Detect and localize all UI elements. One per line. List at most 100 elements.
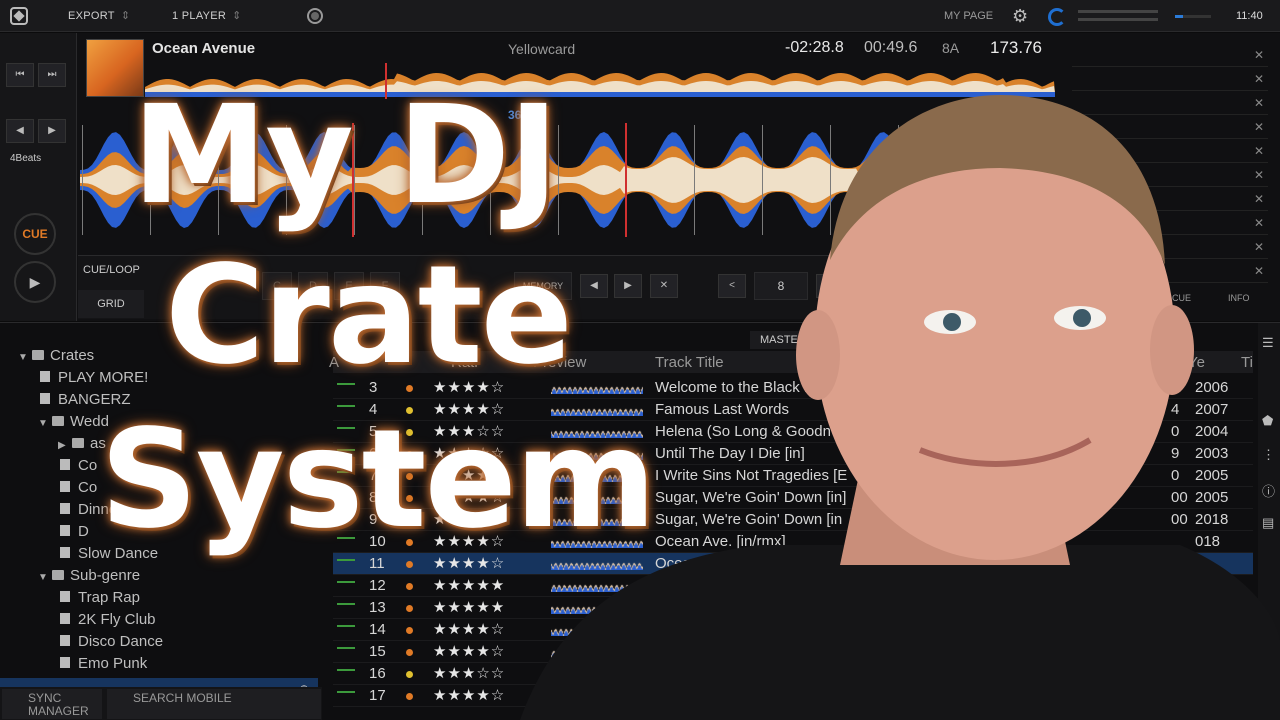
crate-playlist[interactable]: Disco Dance	[60, 633, 163, 650]
column-header-preview[interactable]: Preview	[533, 354, 586, 371]
tag-icon[interactable]: ⬟	[1262, 413, 1276, 428]
hot-cue-c[interactable]: C	[262, 272, 292, 300]
preview-waveform[interactable]	[551, 602, 643, 614]
info-icon[interactable]: ⓘ	[1262, 481, 1276, 499]
close-icon[interactable]: ✕	[1254, 192, 1264, 206]
preview-waveform[interactable]	[551, 382, 643, 394]
beat-jump-size[interactable]: 4Beats	[10, 153, 41, 164]
crate-playlist[interactable]: D	[60, 523, 89, 540]
track-rating[interactable]: ★★★★☆	[433, 466, 505, 484]
track-rating[interactable]: ★★★★☆	[433, 532, 505, 550]
track-row[interactable]: 11 ★★★★☆ Ocean Avenue	[333, 553, 1253, 575]
track-row[interactable]: 16 ★★★☆☆	[333, 663, 1253, 685]
track-row[interactable]: 13 ★★★★★ Th	[333, 597, 1253, 619]
cue-list-slot[interactable]: ✕	[1072, 69, 1268, 91]
tab-info[interactable]: INFO	[1228, 293, 1250, 303]
related-tracks-icon[interactable]: ⋮	[1262, 447, 1276, 462]
track-rating[interactable]: ★★★★☆	[433, 554, 505, 572]
chevron-down-icon[interactable]: ▼	[18, 352, 32, 363]
track-row[interactable]: 10 ★★★★☆ Ocean Ave. [in/rmx] 018	[333, 531, 1253, 553]
master-select[interactable]: MASTER	[750, 331, 816, 349]
crate-playlist[interactable]: Trap Rap	[60, 589, 140, 606]
record-icon[interactable]	[307, 8, 323, 24]
track-rating[interactable]: ★★★★☆	[433, 378, 505, 396]
memory-prev-button[interactable]: ◀	[580, 274, 608, 298]
preview-waveform[interactable]	[551, 514, 643, 526]
track-rating[interactable]: ★★★★★	[433, 598, 505, 616]
preview-waveform[interactable]	[551, 470, 643, 482]
cue-button[interactable]: CUE	[14, 213, 56, 255]
close-icon[interactable]: ✕	[1254, 96, 1264, 110]
track-row[interactable]: 3 ★★★★☆ Welcome to the Black P 0 2006	[333, 377, 1253, 399]
track-row[interactable]: 6 ★★★☆☆ Until The Day I Die [in] 9 2003	[333, 443, 1253, 465]
collection-icon[interactable]: ▤	[1262, 515, 1276, 530]
column-header-extra[interactable]: Ti	[1241, 354, 1253, 371]
crate-playlist[interactable]: PLAY MORE!	[40, 369, 148, 386]
track-row[interactable]: 5 ★★★☆☆ Helena (So Long & Goodn 0 2004	[333, 421, 1253, 443]
track-rating[interactable]: ★★★★★	[433, 576, 505, 594]
column-header-art[interactable]: A	[329, 354, 339, 371]
memory-next-button[interactable]: ▶	[614, 274, 642, 298]
main-waveform[interactable]	[80, 105, 1060, 255]
track-rating[interactable]: ★★★★☆	[433, 488, 505, 506]
track-row[interactable]: 17 ★★★★☆	[333, 685, 1253, 707]
tab-cue[interactable]: CUE	[1172, 293, 1191, 303]
track-row[interactable]: 15 ★★★★☆	[333, 641, 1253, 663]
search-mobile-button[interactable]: SEARCH MOBILE	[107, 689, 321, 719]
crate-playlist[interactable]: Emo Punk	[60, 655, 147, 672]
cue-list-slot[interactable]: ✕	[1072, 117, 1268, 139]
preview-waveform[interactable]	[551, 536, 643, 548]
cue-list-slot[interactable]: ✕	[1072, 141, 1268, 163]
crate-folder[interactable]: ▼ Wedd	[38, 413, 109, 430]
my-page-link[interactable]: MY PAGE	[944, 10, 993, 22]
chevron-right-icon[interactable]: ▶	[58, 440, 72, 451]
crate-playlist[interactable]: Co	[60, 457, 97, 474]
hot-cue-e[interactable]: E	[334, 272, 364, 300]
delete-memory-icon[interactable]: ✕	[650, 274, 678, 298]
preview-waveform[interactable]	[551, 668, 643, 680]
preview-waveform[interactable]	[551, 690, 643, 702]
chevron-down-icon[interactable]: ▼	[38, 572, 52, 583]
crate-folder[interactable]: ▼ Sub-genre	[38, 567, 140, 584]
crate-folder[interactable]: ▼ Crates	[18, 347, 94, 364]
list-view-icon[interactable]: ☰	[1262, 335, 1276, 350]
close-icon[interactable]: ✕	[1254, 240, 1264, 254]
sync-manager-button[interactable]: SYNC MANAGER	[2, 689, 102, 719]
preview-waveform[interactable]	[551, 448, 643, 460]
preview-waveform[interactable]	[551, 558, 643, 570]
column-header-rating[interactable]: Rati	[451, 354, 478, 371]
track-rating[interactable]: ★★★★☆	[433, 642, 505, 660]
close-icon[interactable]: ✕	[1254, 48, 1264, 62]
track-rating[interactable]: ★★★★☆	[433, 620, 505, 638]
close-icon[interactable]: ✕	[1254, 216, 1264, 230]
cue-list-slot[interactable]: ✕	[1072, 165, 1268, 187]
crate-playlist[interactable]: Dinne	[60, 501, 117, 518]
next-track-button[interactable]: ⏭	[38, 63, 66, 87]
crate-playlist[interactable]: BANGERZ	[40, 391, 131, 408]
export-mode-select[interactable]: EXPORT ⇕	[68, 9, 130, 22]
cue-list-slot[interactable]: ✕	[1072, 93, 1268, 115]
column-header-title[interactable]: Track Title	[655, 354, 724, 371]
track-row[interactable]: 7 ★★★★☆ I Write Sins Not Tragedies [E 0 2005	[333, 465, 1253, 487]
remaining-time[interactable]: -02:28.8	[785, 39, 844, 57]
master-volume-slider[interactable]	[1175, 15, 1211, 18]
close-icon[interactable]: ✕	[1254, 120, 1264, 134]
close-icon[interactable]: ✕	[1254, 168, 1264, 182]
grid-button[interactable]: GRID	[78, 290, 144, 318]
cue-list-slot[interactable]: ✕	[1072, 261, 1268, 283]
cue-list-slot[interactable]: ✕	[1072, 189, 1268, 211]
track-rating[interactable]: ★★★☆☆	[433, 444, 505, 462]
track-row[interactable]: 14 ★★★★☆	[333, 619, 1253, 641]
crate-playlist[interactable]: 2K Fly Club	[60, 611, 156, 628]
track-row[interactable]: 4 ★★★★☆ Famous Last Words 4 2007	[333, 399, 1253, 421]
track-rating[interactable]: ★★★☆☆	[433, 664, 505, 682]
player-count-select[interactable]: 1 PLAYER ⇕	[172, 9, 242, 22]
beat-jump-forward-button[interactable]: ▶	[38, 119, 66, 143]
close-icon[interactable]: ✕	[1254, 144, 1264, 158]
play-button[interactable]: ▶	[14, 261, 56, 303]
track-row[interactable]: 8 ★★★★☆ Sugar, We're Goin' Down [in] 00 2005	[333, 487, 1253, 509]
overview-waveform[interactable]	[145, 63, 1055, 99]
loop-halve-button[interactable]: <	[718, 274, 746, 298]
cue-list-slot[interactable]: ✕	[1072, 237, 1268, 259]
chevron-down-icon[interactable]: ▼	[38, 418, 52, 429]
